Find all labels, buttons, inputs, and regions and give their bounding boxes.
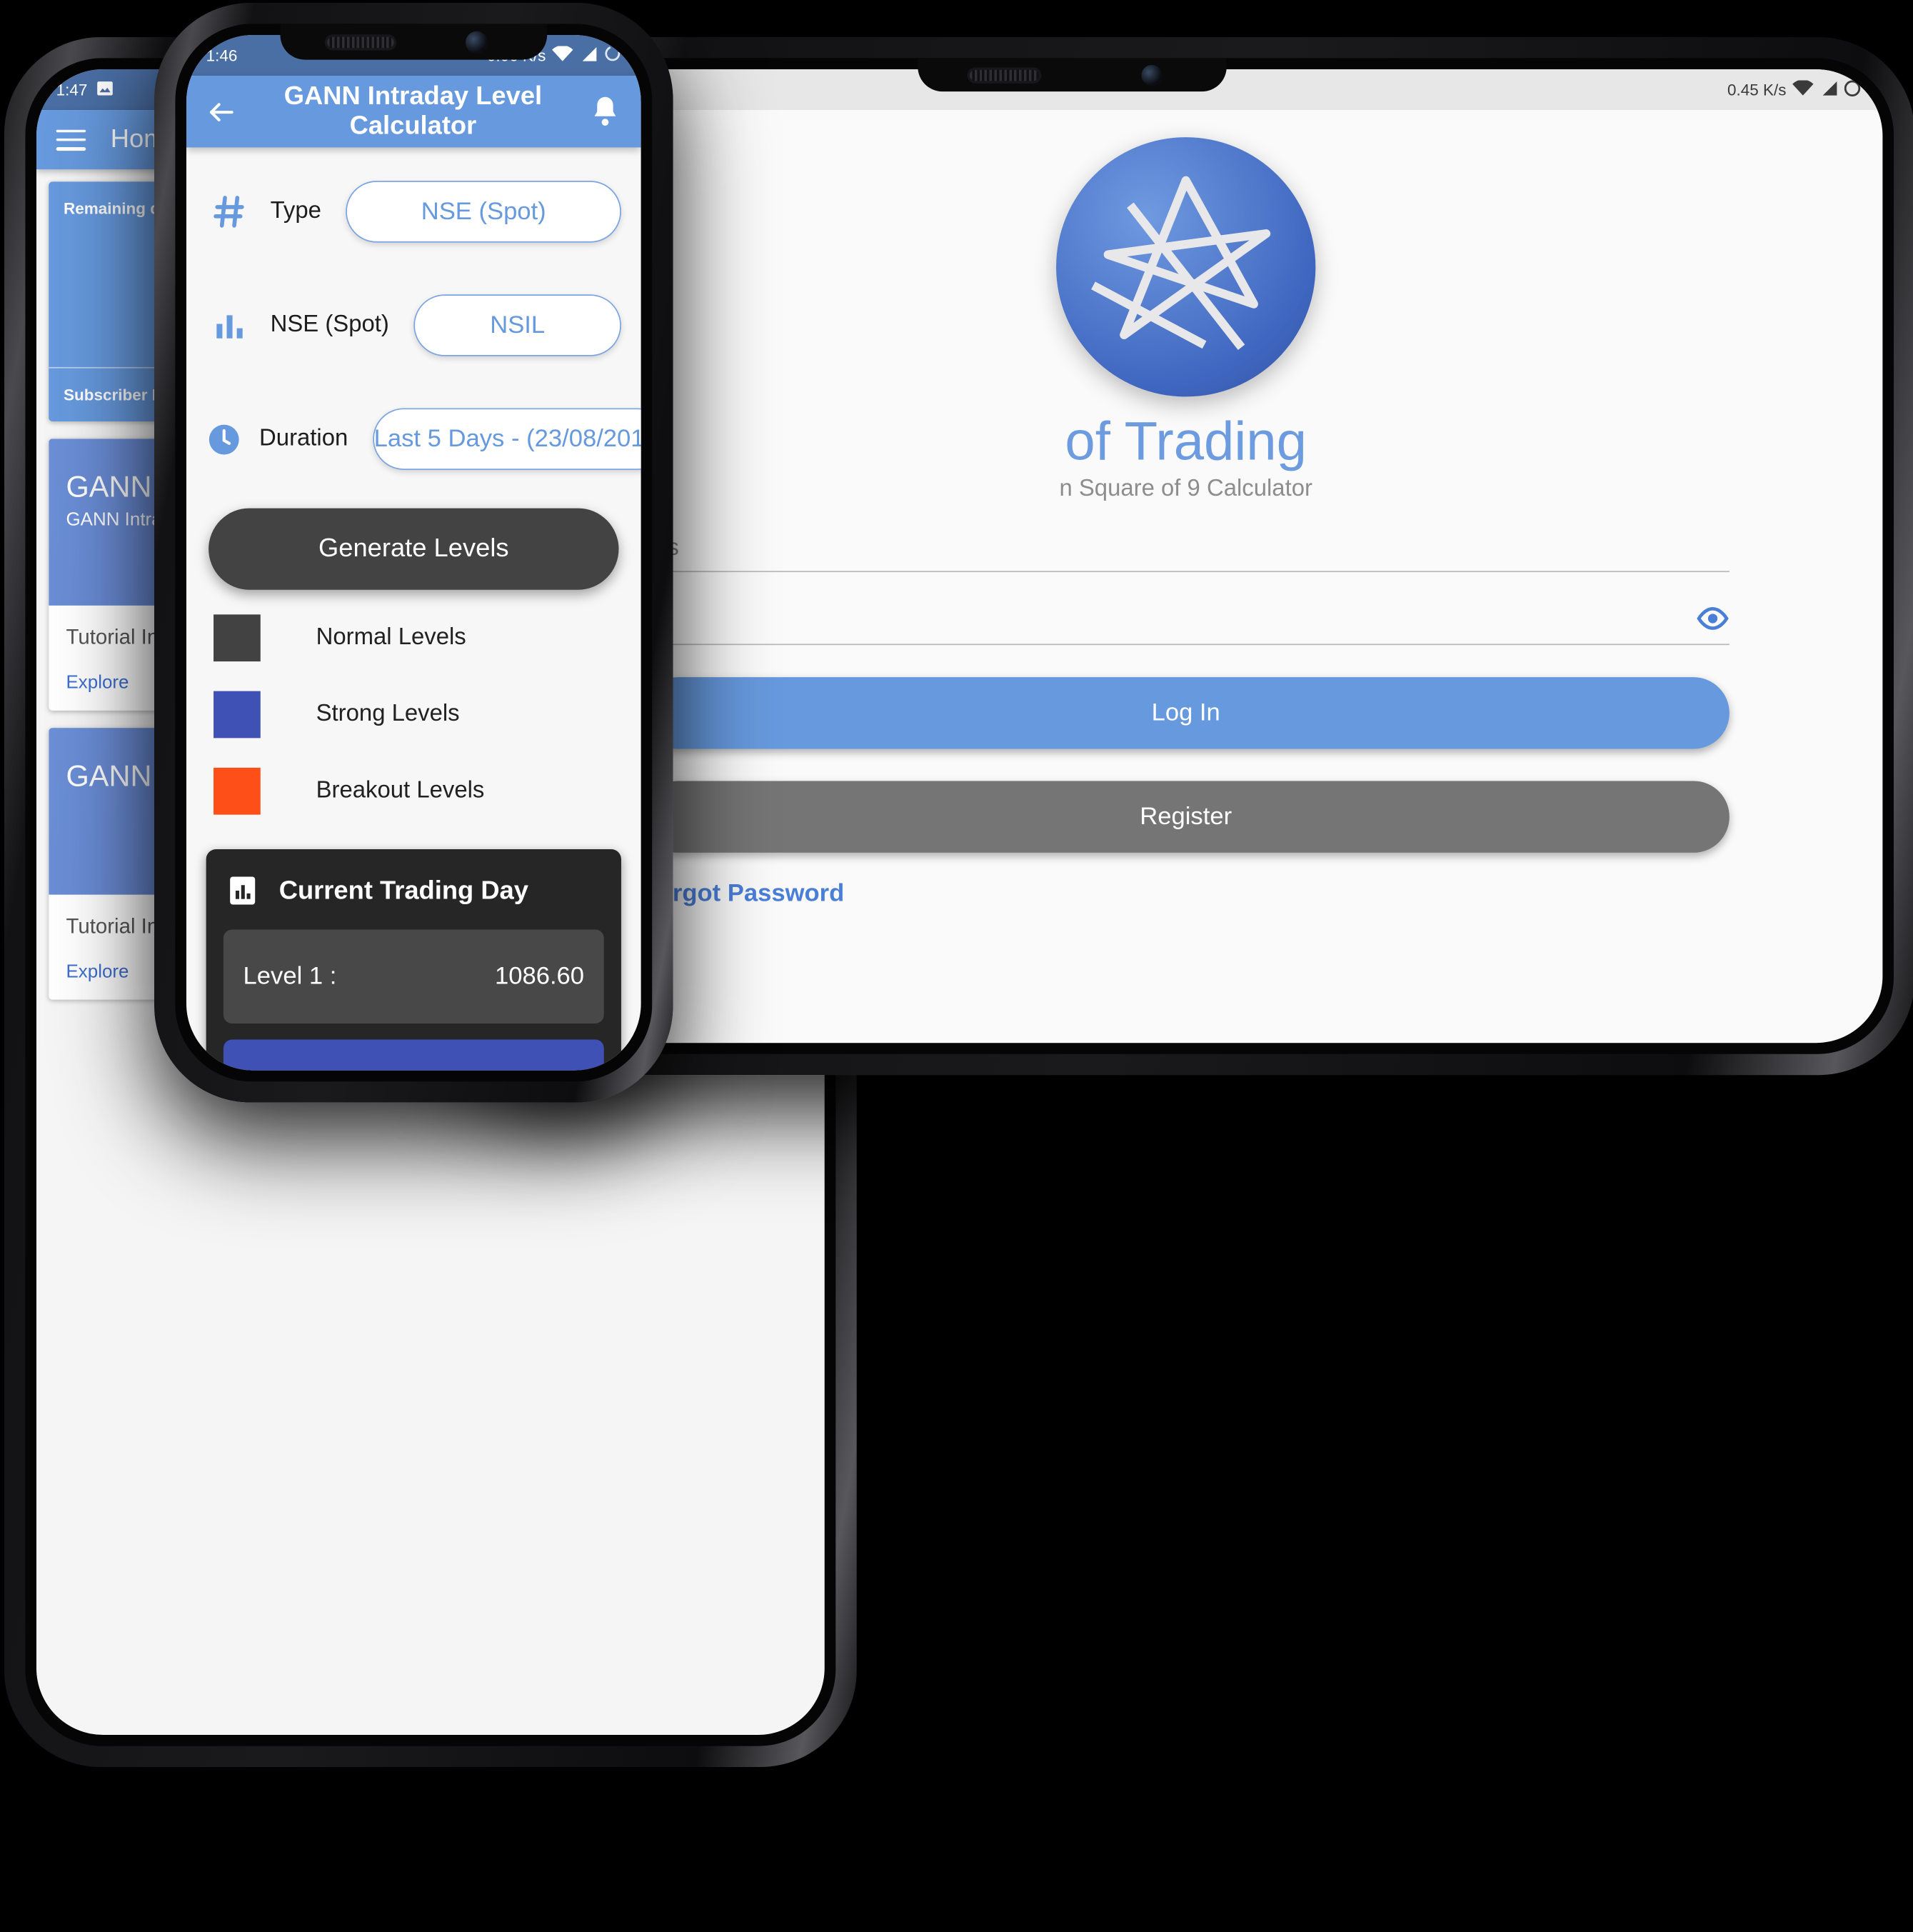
phone-center-screen: 1:46 0.06 K/s — [186, 34, 641, 1071]
type-dropdown[interactable]: NSE (Spot) — [346, 181, 621, 243]
hamburger-icon[interactable] — [56, 129, 86, 151]
chart-icon — [206, 308, 253, 342]
legend-label-breakout: Breakout Levels — [316, 777, 485, 804]
legend-swatch-strong — [214, 691, 261, 739]
back-arrow-icon[interactable] — [206, 96, 237, 127]
bell-icon[interactable] — [589, 94, 621, 129]
legend-label-strong: Strong Levels — [316, 701, 460, 727]
phone-center-calculator: 1:46 0.06 K/s — [154, 3, 673, 1103]
results-card: Current Trading Day Level 1 : 1086.60 Le… — [206, 849, 621, 1071]
form-row-duration: Duration Last 5 Days - (23/08/2018) — [206, 382, 641, 496]
form-label-exchange: NSE (Spot) — [270, 311, 389, 338]
table-row[interactable]: Level 2 : 1103.15 — [223, 1039, 604, 1071]
appbar-center: GANN Intraday Level Calculator — [186, 76, 641, 148]
legend-label-normal: Normal Levels — [316, 624, 466, 651]
register-button[interactable]: Register — [642, 781, 1729, 853]
phone-center-bezel: 1:46 0.06 K/s — [175, 24, 653, 1082]
image-icon — [96, 79, 115, 101]
results-card-title: Current Trading Day — [278, 876, 528, 905]
status-time: 1:47 — [56, 80, 88, 99]
forgot-password-link[interactable]: Forgot Password — [643, 880, 1729, 909]
wifi-icon — [1792, 79, 1814, 100]
signal-icon — [579, 46, 598, 66]
brand-subtitle: n Square of 9 Calculator — [1059, 476, 1312, 502]
calculator-form: Type NSE (Spot) NSE (Spot) NSIL Duration… — [186, 147, 641, 1071]
legend-swatch-normal — [214, 614, 261, 662]
page-title: GANN Intraday Level Calculator — [283, 81, 543, 141]
field-underline — [642, 644, 1729, 646]
notch-right — [918, 58, 1227, 92]
form-label-duration: Duration — [259, 425, 348, 451]
email-field[interactable]: ess — [642, 533, 1729, 573]
level-value: 1086.60 — [494, 962, 585, 990]
net-speed-label: 0.45 K/s — [1727, 80, 1787, 99]
level-label: Level 1 : — [243, 962, 337, 990]
front-camera — [1141, 64, 1163, 86]
brand-title: of Trading — [1065, 411, 1307, 472]
sync-icon — [604, 45, 621, 66]
wifi-icon — [552, 44, 573, 66]
results-card-header: Current Trading Day — [224, 866, 604, 929]
legend-item-strong: Strong Levels — [206, 676, 621, 753]
legend-item-normal: Normal Levels — [206, 600, 621, 676]
table-row[interactable]: Level 1 : 1086.60 — [223, 929, 604, 1023]
front-camera — [465, 30, 488, 54]
hash-icon — [206, 193, 253, 230]
signal-icon — [1819, 80, 1838, 100]
form-label-type: Type — [270, 198, 321, 224]
eye-icon[interactable] — [1696, 602, 1729, 636]
app-logo-icon — [1056, 137, 1316, 397]
phone-right-bezel: 0.45 K/s of Trading n Square of 9 Calcul… — [478, 58, 1894, 1054]
generate-levels-button[interactable]: Generate Levels — [209, 508, 619, 590]
form-row-exchange: NSE (Spot) NSIL — [206, 269, 621, 382]
login-content: of Trading n Square of 9 Calculator ess — [489, 110, 1882, 909]
bar-chart-icon — [226, 874, 259, 908]
field-underline — [642, 571, 1729, 573]
earpiece-speaker — [968, 66, 1042, 84]
symbol-dropdown[interactable]: NSIL — [413, 294, 621, 356]
phone-right-screen: 0.45 K/s of Trading n Square of 9 Calcul… — [488, 69, 1883, 1043]
legend-swatch-breakout — [214, 767, 261, 815]
duration-dropdown[interactable]: Last 5 Days - (23/08/2018) — [372, 408, 641, 470]
phone-right-login: 0.45 K/s of Trading n Square of 9 Calcul… — [457, 37, 1913, 1076]
status-time: 1:46 — [206, 46, 238, 65]
form-row-type: Type NSE (Spot) — [206, 155, 621, 269]
notch-center — [280, 24, 548, 60]
clock-icon — [206, 421, 242, 457]
password-field[interactable] — [642, 602, 1729, 646]
login-button[interactable]: Log In — [642, 677, 1729, 749]
earpiece-speaker — [324, 34, 397, 50]
battery-icon — [1844, 79, 1861, 100]
legend-item-breakout: Breakout Levels — [206, 753, 621, 829]
